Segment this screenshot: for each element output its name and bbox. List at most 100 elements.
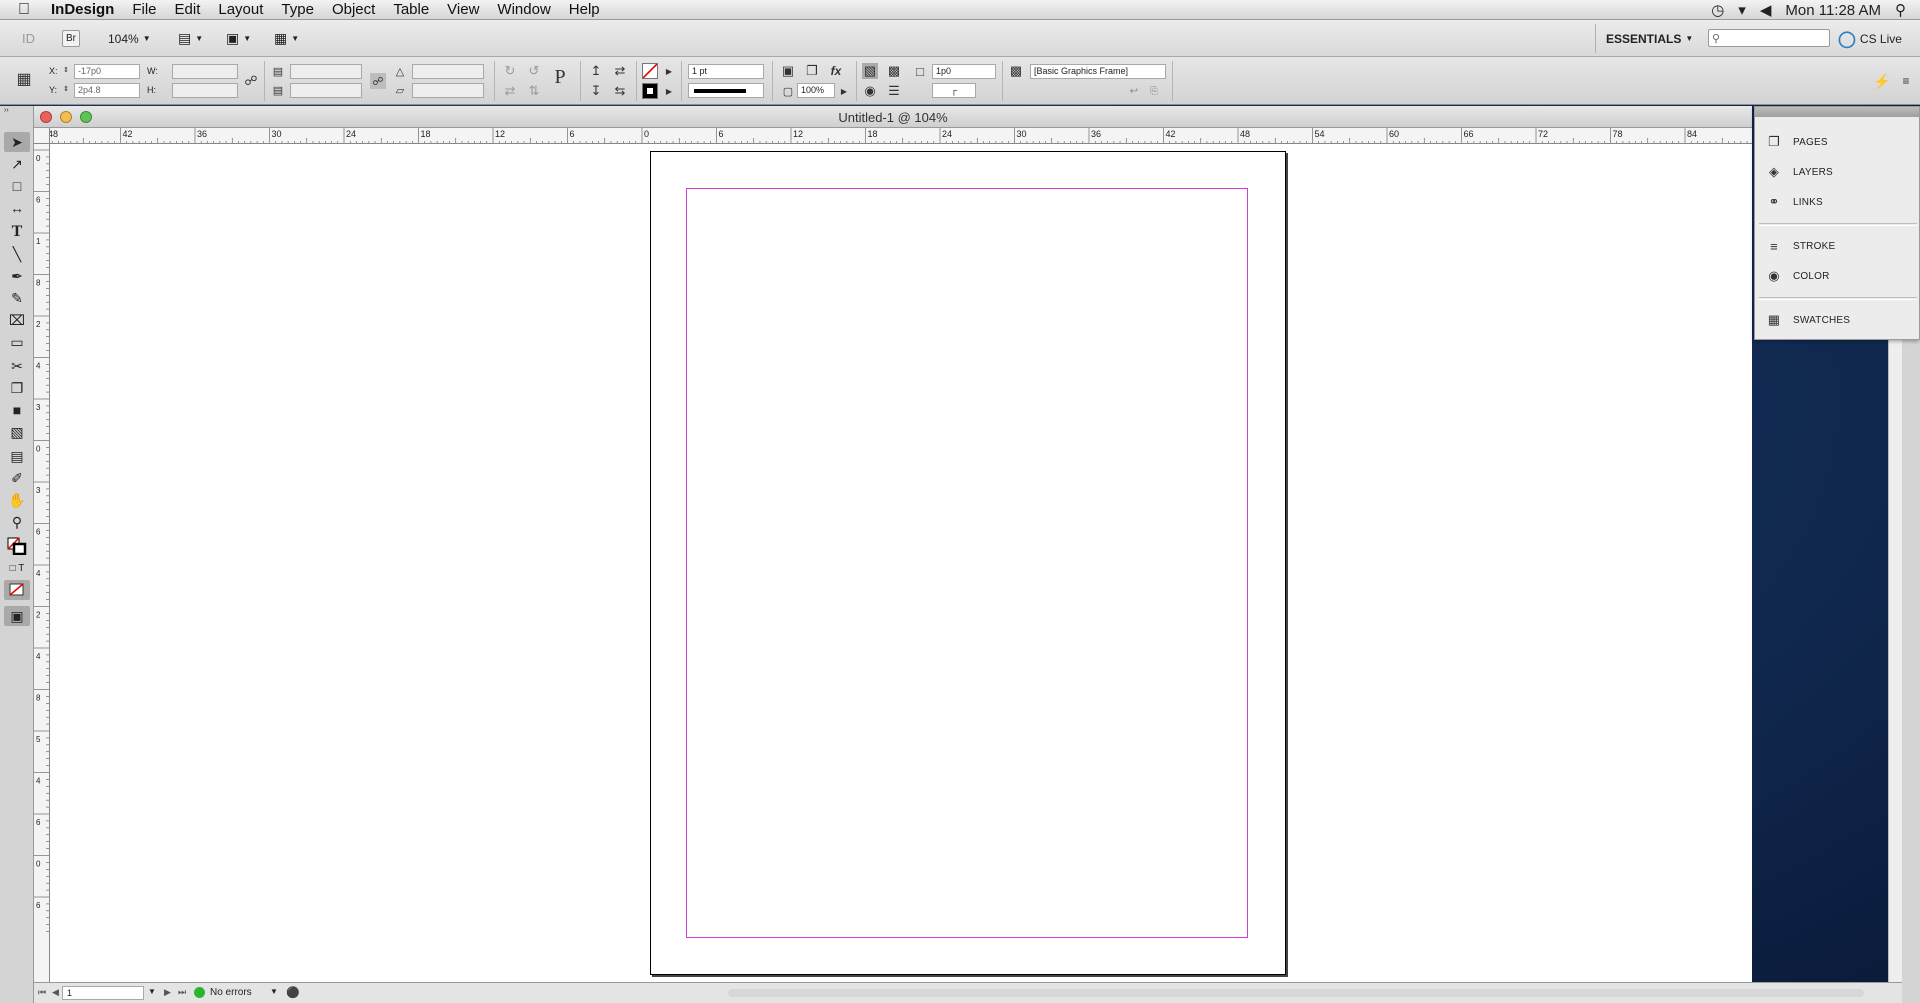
menu-window[interactable]: Window bbox=[488, 1, 559, 18]
preflight-menu-icon[interactable]: ▼ bbox=[270, 987, 278, 996]
y-position-field[interactable]: 2p4.8 bbox=[74, 83, 140, 98]
wrap-object-shape-icon[interactable]: ◉ bbox=[862, 83, 878, 99]
apply-none-icon[interactable] bbox=[4, 580, 30, 600]
rotate-cw-icon[interactable]: ↻ bbox=[502, 63, 518, 79]
chevron-right-icon[interactable]: ▶ bbox=[661, 83, 677, 99]
page-number-field[interactable]: 1 bbox=[62, 986, 144, 1000]
menu-help[interactable]: Help bbox=[560, 1, 609, 18]
pen-tool-icon[interactable]: ✒ bbox=[4, 266, 30, 286]
wrap-offset-field[interactable]: 1p0 bbox=[932, 64, 996, 79]
volume-icon[interactable]: ◀ bbox=[1760, 1, 1772, 19]
collapse-arrows-icon[interactable]: ›› bbox=[4, 106, 30, 114]
select-previous-icon[interactable]: ⇄ bbox=[612, 63, 628, 79]
links-panel-button[interactable]: ⚭ LINKS bbox=[1765, 191, 1823, 213]
height-field[interactable] bbox=[172, 83, 238, 98]
page-dropdown-icon[interactable]: ▼ bbox=[148, 987, 156, 996]
fill-swatch-none[interactable] bbox=[642, 63, 658, 79]
stroke-panel-button[interactable]: ≡ STROKE bbox=[1765, 235, 1835, 257]
preflight-status-label[interactable]: No errors bbox=[210, 987, 252, 998]
wifi-icon[interactable]: ▾ bbox=[1738, 1, 1746, 19]
view-mode-normal-icon[interactable]: ▣ bbox=[4, 606, 30, 626]
previous-page-icon[interactable]: ◀ bbox=[52, 987, 59, 998]
help-search-input[interactable]: ⚲ bbox=[1708, 29, 1830, 47]
clear-overrides-icon[interactable]: ↩ bbox=[1126, 83, 1142, 99]
hand-tool-icon[interactable]: ✋ bbox=[4, 490, 30, 510]
scale-y-field[interactable] bbox=[290, 83, 362, 98]
constrain-scale-icon[interactable]: ☍ bbox=[370, 73, 386, 89]
flip-vertical-icon[interactable]: ⇅ bbox=[526, 83, 542, 99]
view-options-dropdown[interactable]: ▤ ▼ bbox=[178, 28, 203, 49]
chevron-right-icon[interactable]: ▶ bbox=[836, 83, 852, 99]
width-field[interactable] bbox=[172, 64, 238, 79]
zoom-dropdown[interactable]: 104% ▼ bbox=[108, 28, 151, 49]
rectangle-frame-tool-icon[interactable]: ⌧ bbox=[4, 310, 30, 330]
control-panel-menu-icon[interactable]: ≡ bbox=[1898, 73, 1914, 89]
type-tool-icon[interactable]: T bbox=[4, 222, 30, 242]
selection-tool-icon[interactable]: ➤ bbox=[4, 132, 30, 152]
rotate-ccw-icon[interactable]: ↺ bbox=[526, 63, 542, 79]
x-position-field[interactable]: -17p0 bbox=[74, 64, 140, 79]
line-tool-icon[interactable]: ╲ bbox=[4, 244, 30, 264]
open-file-icon[interactable]: ⚫ bbox=[286, 986, 300, 999]
stepper-icon[interactable]: ⇕ bbox=[63, 66, 69, 74]
menu-view[interactable]: View bbox=[438, 1, 488, 18]
menu-layout[interactable]: Layout bbox=[209, 1, 272, 18]
spotlight-search-icon[interactable]: ⚲ bbox=[1895, 1, 1906, 19]
clock[interactable]: Mon 11:28 AM bbox=[1785, 2, 1881, 19]
zoom-tool-icon[interactable]: ⚲ bbox=[4, 512, 30, 532]
scissors-tool-icon[interactable]: ✂ bbox=[4, 356, 30, 376]
reference-point-icon[interactable]: ▦ bbox=[16, 71, 32, 88]
flip-horizontal-icon[interactable]: ⇄ bbox=[502, 83, 518, 99]
formatting-affects-container-icon[interactable]: □ T bbox=[4, 558, 30, 578]
rectangle-tool-icon[interactable]: ▭ bbox=[4, 332, 30, 352]
arrange-documents-dropdown[interactable]: ▦ ▼ bbox=[274, 28, 299, 49]
direct-selection-tool-icon[interactable]: ↗ bbox=[4, 154, 30, 174]
horizontal-scrollbar[interactable] bbox=[728, 989, 1864, 997]
fill-stroke-swatches-icon[interactable] bbox=[4, 536, 30, 556]
drop-shadow-icon[interactable]: ▣ bbox=[780, 63, 796, 79]
first-page-icon[interactable]: ⏮ bbox=[38, 987, 46, 998]
time-machine-icon[interactable]: ◷ bbox=[1711, 1, 1724, 19]
layers-panel-button[interactable]: ◈ LAYERS bbox=[1765, 161, 1833, 183]
pages-panel-button[interactable]: ❐ PAGES bbox=[1765, 131, 1828, 153]
clear-attributes-icon[interactable]: ⎘ bbox=[1146, 83, 1162, 99]
menu-object[interactable]: Object bbox=[323, 1, 384, 18]
stroke-weight-field[interactable]: 1 pt bbox=[688, 64, 764, 79]
corner-options-dropdown[interactable]: ┌ bbox=[932, 83, 976, 98]
gap-tool-icon[interactable]: ↔ bbox=[4, 198, 30, 218]
shadow-icon[interactable]: ❐ bbox=[804, 63, 820, 79]
screen-mode-dropdown[interactable]: ▣ ▼ bbox=[226, 28, 251, 49]
page-tool-icon[interactable]: □ bbox=[4, 176, 30, 196]
vertical-ruler[interactable]: 0 6 1 8 2 4 3 0 3 6 4 2 4 8 5 4 6 0 6 bbox=[34, 144, 50, 982]
stepper-icon[interactable]: ⇕ bbox=[63, 85, 69, 93]
color-panel-button[interactable]: ◉ COLOR bbox=[1765, 265, 1830, 287]
ruler-origin[interactable] bbox=[34, 128, 50, 144]
app-menu-indesign[interactable]: InDesign bbox=[42, 1, 123, 18]
wrap-none-icon[interactable]: ▧ bbox=[862, 63, 878, 79]
apple-icon[interactable]:  bbox=[0, 1, 42, 19]
rotation-field[interactable] bbox=[412, 64, 484, 79]
next-page-icon[interactable]: ▶ bbox=[164, 987, 171, 998]
menu-table[interactable]: Table bbox=[384, 1, 438, 18]
select-content-icon[interactable]: ↧ bbox=[588, 83, 604, 99]
fx-effects-icon[interactable]: fx bbox=[828, 63, 844, 79]
quick-apply-icon[interactable]: ⚡ bbox=[1873, 73, 1890, 89]
opacity-field[interactable]: 100% bbox=[797, 83, 835, 98]
stroke-type-dropdown[interactable] bbox=[688, 83, 764, 98]
swatches-panel-button[interactable]: ▦ SWATCHES bbox=[1765, 309, 1850, 331]
stroke-swatch-black[interactable] bbox=[642, 83, 658, 99]
chevron-right-icon[interactable]: ▶ bbox=[661, 63, 677, 79]
note-tool-icon[interactable]: ▤ bbox=[4, 446, 30, 466]
select-next-icon[interactable]: ⇆ bbox=[612, 83, 628, 99]
select-container-icon[interactable]: ↥ bbox=[588, 63, 604, 79]
workspace-switcher[interactable]: ESSENTIALS ▼ bbox=[1606, 28, 1693, 49]
menu-edit[interactable]: Edit bbox=[166, 1, 210, 18]
cs-live-button[interactable]: ◯ CS Live bbox=[1838, 28, 1902, 49]
scale-x-field[interactable] bbox=[290, 64, 362, 79]
eyedropper-tool-icon[interactable]: ✐ bbox=[4, 468, 30, 488]
bridge-button[interactable]: Br bbox=[62, 30, 80, 47]
paragraph-direction-icon[interactable]: P bbox=[552, 66, 568, 88]
gradient-swatch-tool-icon[interactable]: ■ bbox=[4, 400, 30, 420]
pencil-tool-icon[interactable]: ✎ bbox=[4, 288, 30, 308]
wrap-jump-object-icon[interactable]: ☰ bbox=[886, 83, 902, 99]
